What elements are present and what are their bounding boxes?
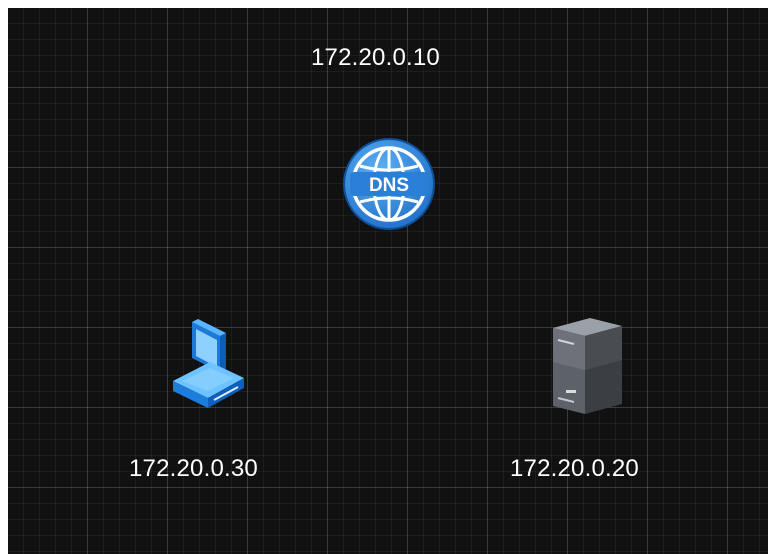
dns-badge-text: DNS [369,175,409,196]
client-node[interactable]: 172.20.0.30 [123,313,303,493]
server-tower-icon [553,318,622,414]
dns-node[interactable]: 172.20.0.10 DNS [308,38,468,230]
dns-ip-label: 172.20.0.10 [311,44,440,71]
server-ip-label: 172.20.0.20 [510,455,639,482]
server-node[interactable]: 172.20.0.20 [503,313,683,493]
client-ip-label: 172.20.0.30 [129,455,258,482]
desktop-computer-icon [173,319,244,408]
dns-globe-icon: DNS [343,138,435,230]
diagram-canvas: 172.20.0.10 DNS 172.20.0.30 172.20.0.20 [8,8,768,554]
